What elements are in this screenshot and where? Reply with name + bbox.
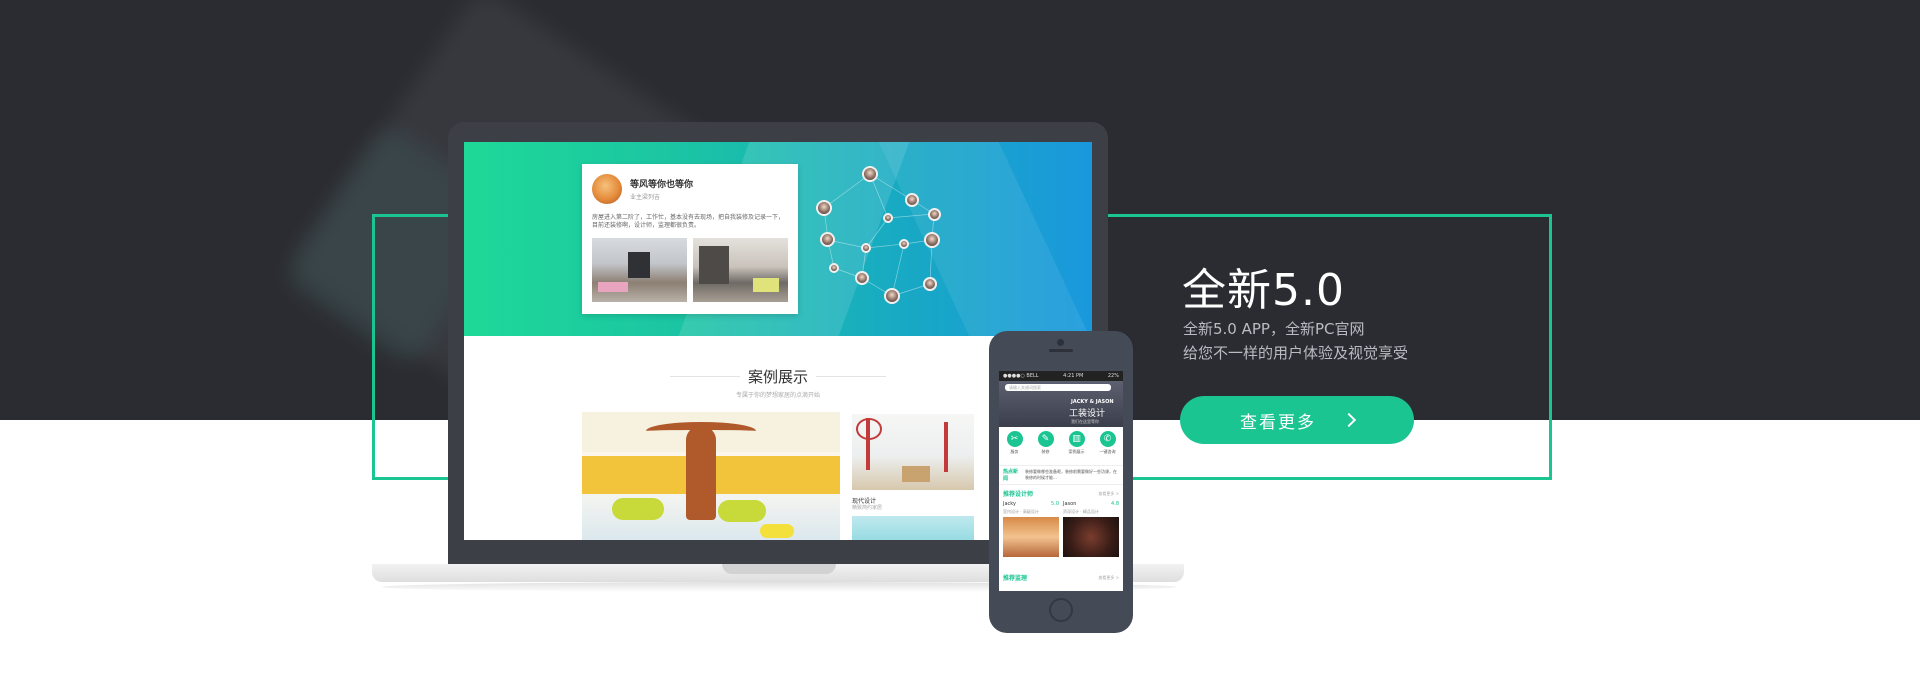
tv-shape xyxy=(628,252,650,278)
designer-avatar-node xyxy=(861,243,871,253)
phone-camera xyxy=(1057,339,1064,346)
designer-card[interactable]: Jason 4.8 资深设计 · 精品设计 xyxy=(1063,501,1119,565)
chevron-right-icon xyxy=(1341,412,1357,428)
designer-name: Jason xyxy=(1063,501,1077,507)
status-bar: ●●●●○ BELL 4:21 PM 22% xyxy=(999,371,1123,381)
headline: 全新5.0 xyxy=(1182,265,1345,316)
tree-trunk-shape xyxy=(686,426,716,520)
hero-subtitle: 我们在这里等你 xyxy=(1071,419,1099,424)
nav-decoration[interactable]: ✎ 装修 xyxy=(1034,431,1058,461)
designer-avatar-node xyxy=(923,277,937,291)
section-title-designers: 推荐设计师 xyxy=(1003,491,1034,498)
status-time: 4:21 PM xyxy=(1063,373,1084,379)
living-room-photo xyxy=(592,238,687,302)
website-hero-banner: 等风等你也等你 业主梁列吉 房屋进入第二阶了，工作忙，基本没有去现场，把自我装修… xyxy=(464,142,1092,336)
designer-avatar-node xyxy=(816,200,832,216)
case-photo-main[interactable] xyxy=(582,412,840,540)
profile-text: 房屋进入第二阶了，工作忙，基本没有去现场，把自我装修及记录一下，目前还装修啊，设… xyxy=(592,214,785,229)
designer-score: 5.0 xyxy=(1051,501,1059,507)
furniture-shape xyxy=(902,466,930,482)
case-side-subtitle: 精致简约家居 xyxy=(852,505,883,511)
designer-avatar-node xyxy=(884,288,900,304)
view-more-button[interactable]: 查看更多 xyxy=(1180,396,1414,444)
nav-label: 装修 xyxy=(1041,449,1050,454)
section-title-supervisors: 推荐监理 xyxy=(1003,575,1028,582)
yellow-seat-shape xyxy=(760,524,794,538)
battery-status: 22% xyxy=(1107,373,1119,379)
description-line-2: 给您不一样的用户体验及视觉享受 xyxy=(1183,344,1409,362)
red-tree-shape xyxy=(944,422,948,472)
signal-status: ●●●●○ BELL xyxy=(1003,373,1039,379)
designer-avatar-node xyxy=(820,232,835,247)
more-designers-link[interactable]: 查看更多 > xyxy=(1098,491,1119,497)
green-seat-shape xyxy=(612,498,664,520)
designer-avatar-node xyxy=(883,213,893,223)
hot-news[interactable]: 热点新闻 装修要做哪些准备呢，装修前需要做好一些功课，在装修的时候才能... xyxy=(999,465,1123,485)
phone-screen: ●●●●○ BELL 4:21 PM 22% 请输入关键词搜索 JACKY & … xyxy=(999,371,1123,591)
designer-subtitle: 资深设计 · 精品设计 xyxy=(1063,509,1099,514)
designer-avatar-node xyxy=(924,232,940,248)
wrench-icon: ✂ xyxy=(1006,431,1023,447)
phone-hero-banner[interactable]: 请输入关键词搜索 JACKY & JASON 工装设计 我们在这里等你 xyxy=(999,381,1123,427)
sofa-shape xyxy=(598,282,628,292)
nav-label: 服务 xyxy=(1010,449,1019,454)
designer-subtitle: 室内设计 · 高级设计 xyxy=(1003,509,1039,514)
case-photo-side[interactable] xyxy=(852,516,974,540)
laptop-notch xyxy=(722,564,836,574)
nav-service[interactable]: ✂ 服务 xyxy=(1003,431,1027,461)
designer-score: 4.8 xyxy=(1111,501,1119,507)
designer-photo xyxy=(1063,517,1119,557)
designer-avatar-node xyxy=(829,263,839,273)
more-supervisors-link[interactable]: 查看更多 > xyxy=(1098,575,1119,581)
chart-icon: ▥ xyxy=(1068,431,1085,447)
wall-panel-shape xyxy=(699,246,729,284)
nav-label: 案例展示 xyxy=(1068,449,1085,454)
quick-nav: ✂ 服务 ✎ 装修 ▥ 案例展示 ✆ 一键咨询 xyxy=(999,431,1123,461)
phone-device: ●●●●○ BELL 4:21 PM 22% 请输入关键词搜索 JACKY & … xyxy=(989,331,1133,633)
description-line-1: 全新5.0 APP，全新PC官网 xyxy=(1183,320,1365,338)
owner-profile-card[interactable]: 等风等你也等你 业主梁列吉 房屋进入第二阶了，工作忙，基本没有去现场，把自我装修… xyxy=(582,164,798,314)
profile-name: 等风等你也等你 xyxy=(630,180,694,190)
hero-tag: JACKY & JASON xyxy=(1071,399,1114,405)
designer-avatar-node xyxy=(928,208,941,221)
bedroom-photo xyxy=(693,238,788,302)
designer-card[interactable]: Jacky 5.0 室内设计 · 高级设计 xyxy=(1003,501,1059,565)
phone-icon: ✆ xyxy=(1099,431,1116,447)
nav-cases[interactable]: ▥ 案例展示 xyxy=(1065,431,1089,461)
search-input[interactable]: 请输入关键词搜索 xyxy=(1005,384,1111,391)
designer-name: Jacky xyxy=(1003,501,1016,507)
hammer-icon: ✎ xyxy=(1037,431,1054,447)
designer-network-graphic xyxy=(804,152,1004,332)
designer-avatar-node xyxy=(899,239,909,249)
chair-shape xyxy=(753,278,779,292)
red-tree-shape xyxy=(856,418,882,440)
view-more-label: 查看更多 xyxy=(1240,412,1316,433)
nav-consult[interactable]: ✆ 一键咨询 xyxy=(1096,431,1120,461)
designer-photo xyxy=(1003,517,1059,557)
nav-label: 一键咨询 xyxy=(1099,449,1116,454)
designer-avatar-node xyxy=(855,271,869,285)
phone-home-button xyxy=(1049,598,1073,622)
avatar xyxy=(592,174,622,204)
news-text: 装修要做哪些准备呢，装修前需要做好一些功课，在装修的时候才能... xyxy=(1025,469,1117,480)
title-divider xyxy=(816,376,886,377)
news-badge: 热点新闻 xyxy=(1003,469,1019,482)
green-seat-shape xyxy=(718,500,766,522)
phone-speaker xyxy=(1049,349,1073,352)
designer-avatar-node xyxy=(862,166,878,182)
designer-avatar-node xyxy=(905,193,919,207)
case-photo-side[interactable] xyxy=(852,414,974,490)
hero-title: 工装设计 xyxy=(1069,409,1106,419)
profile-subtitle: 业主梁列吉 xyxy=(630,194,661,201)
tree-branch-shape xyxy=(646,422,756,440)
